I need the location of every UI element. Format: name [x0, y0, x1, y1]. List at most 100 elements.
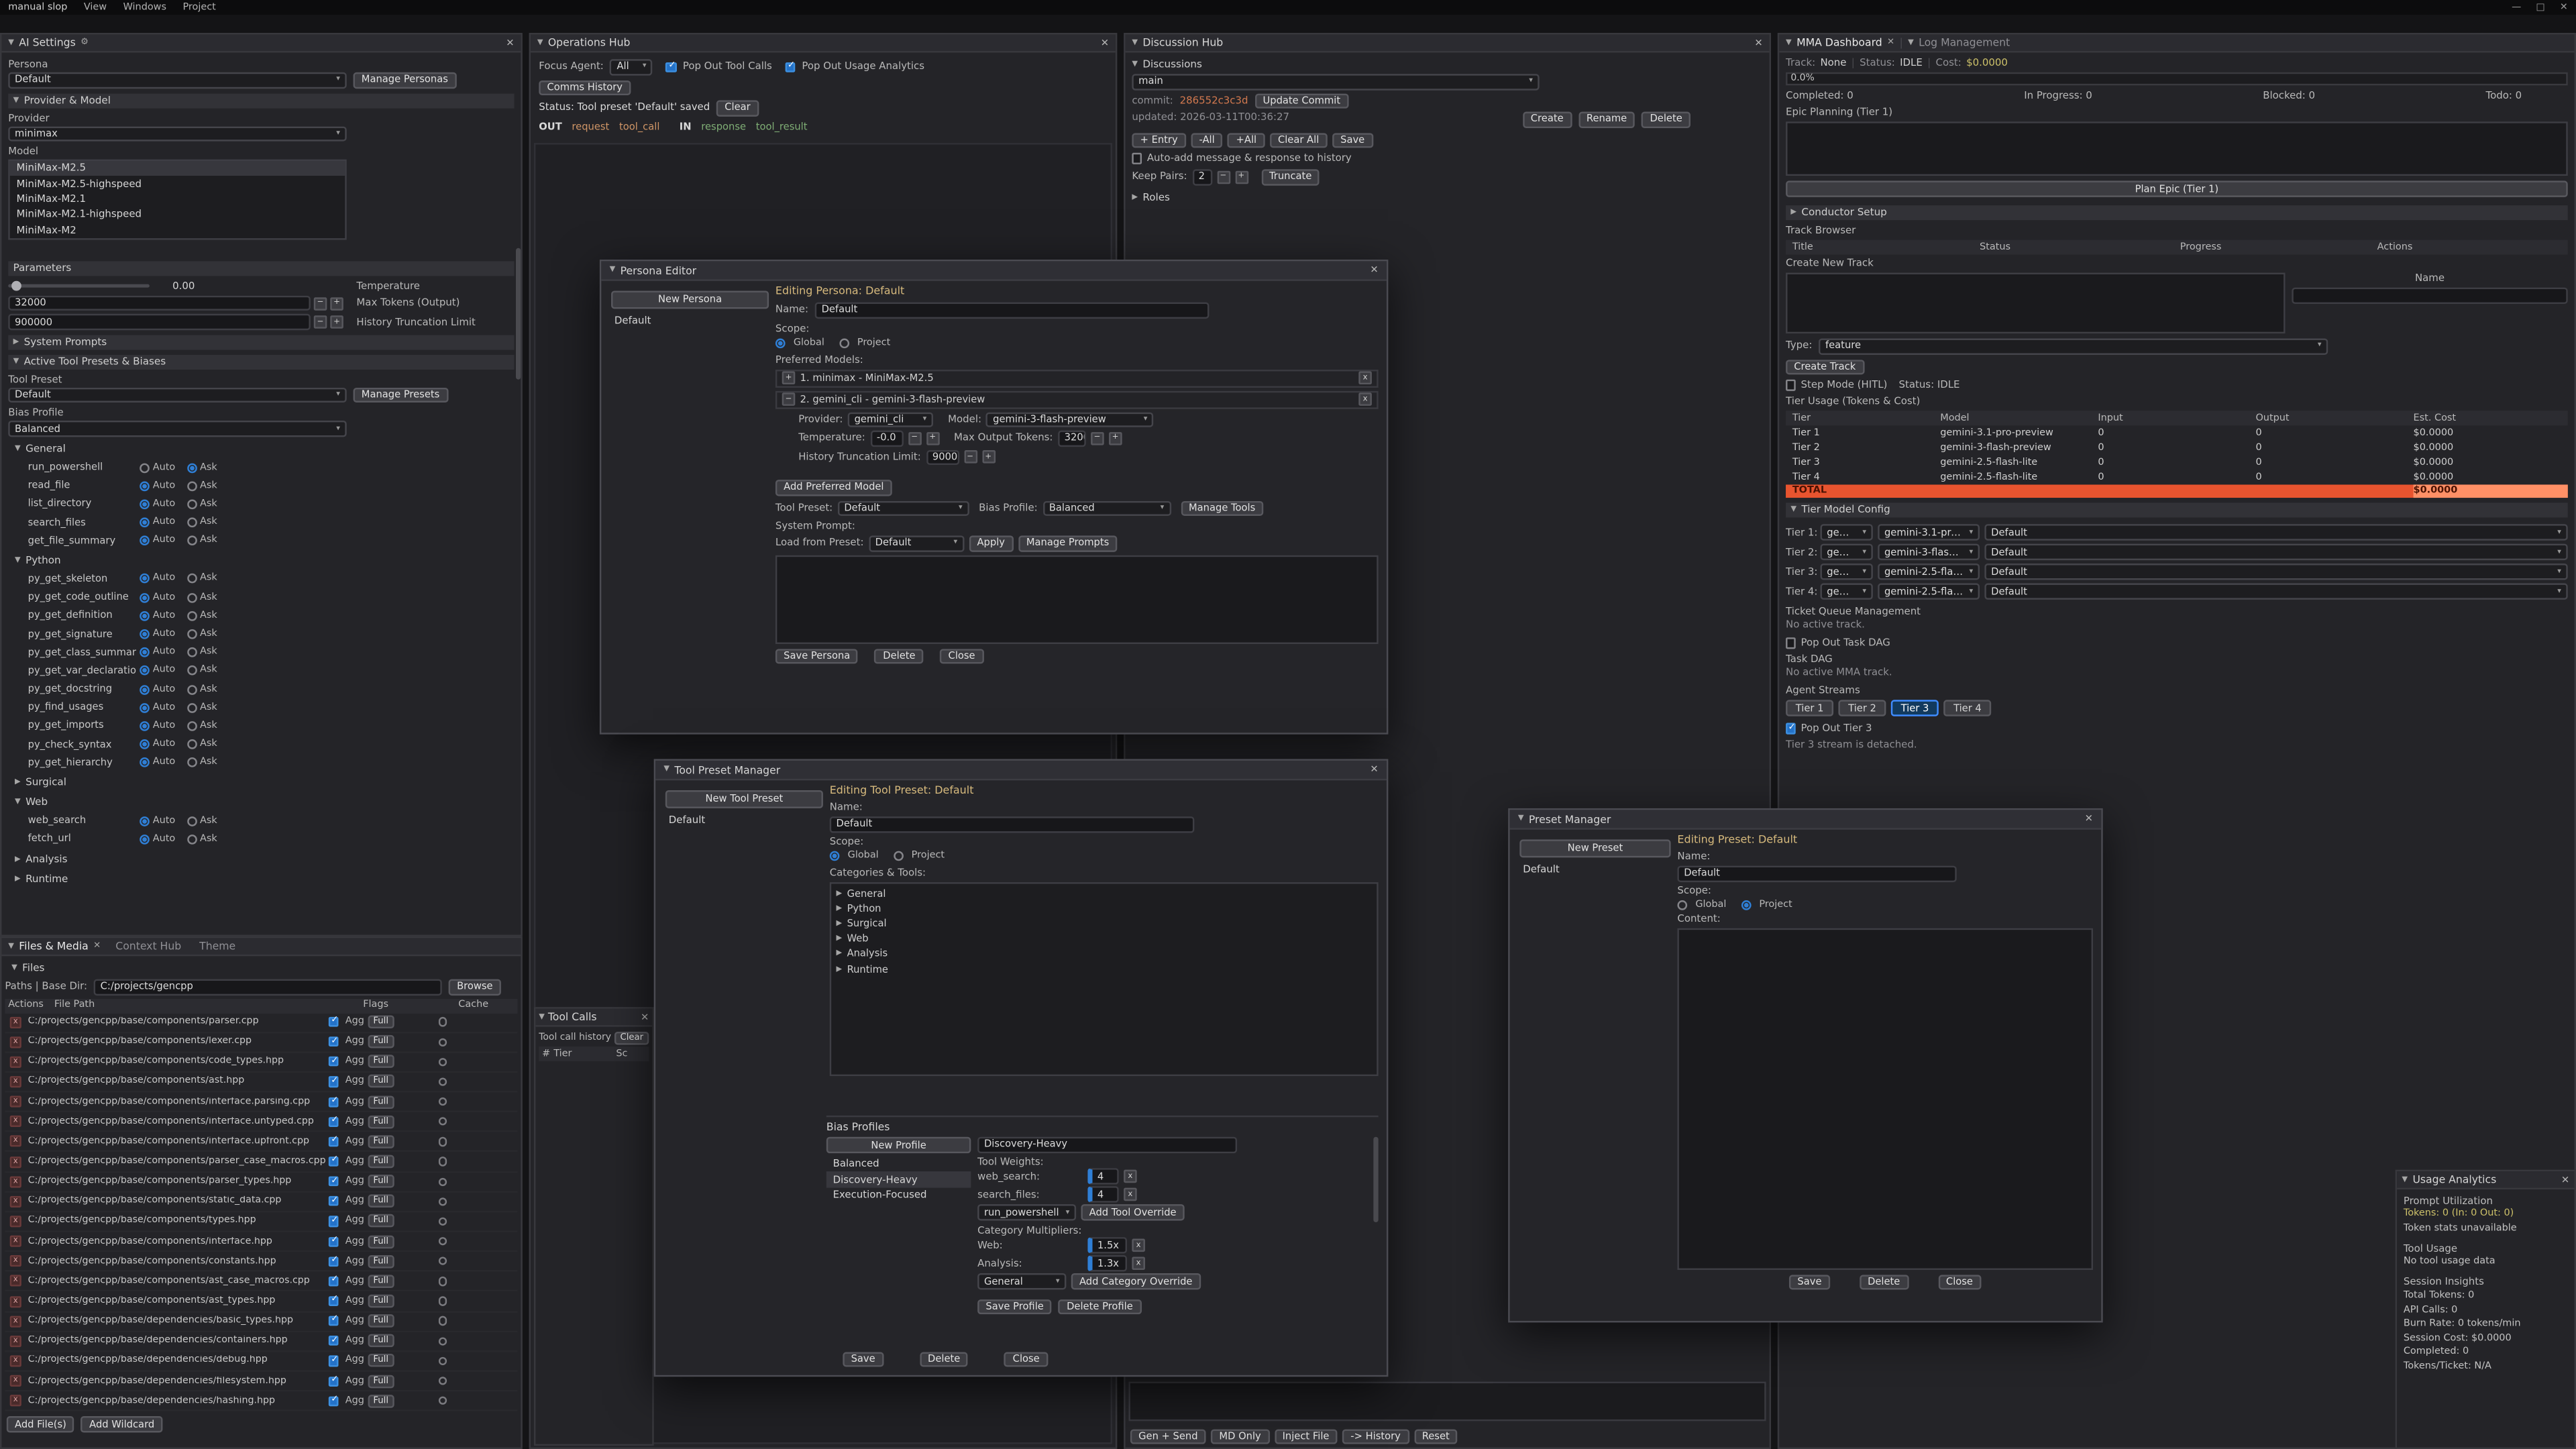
auto-radio[interactable] [140, 834, 150, 844]
tool-group-header[interactable]: ▼Python [8, 553, 514, 570]
auto-radio[interactable] [140, 611, 150, 621]
profile-item[interactable]: Balanced [826, 1157, 971, 1172]
ask-radio[interactable] [186, 592, 197, 602]
tool-preset-select[interactable]: Default▾ [8, 388, 346, 403]
tool-group-header[interactable]: ▶Surgical [8, 775, 514, 792]
model-option[interactable]: MiniMax-M2.5-highspeed [10, 176, 345, 192]
full-button[interactable]: Full [368, 1295, 394, 1308]
update-commit-button[interactable]: Update Commit [1254, 93, 1348, 108]
provider-select[interactable]: minimax▾ [8, 125, 346, 141]
full-button[interactable]: Full [368, 1275, 394, 1288]
full-button[interactable]: Full [368, 1075, 394, 1089]
ask-radio[interactable] [186, 499, 197, 509]
pop-out-usage-analytics-checkbox[interactable] [785, 62, 795, 72]
pe-bias-profile-select[interactable]: Balanced▾ [1042, 500, 1171, 516]
model-option[interactable]: MiniMax-M2 [10, 223, 345, 238]
close-icon[interactable]: ✕ [1370, 764, 1378, 775]
increment-button[interactable]: + [1235, 170, 1248, 184]
profile-name-input[interactable]: Discovery-Heavy [977, 1137, 1237, 1152]
scope-global-radio[interactable] [775, 337, 786, 347]
agg-checkbox[interactable] [329, 1396, 339, 1406]
new-persona-button[interactable]: New Persona [611, 290, 769, 309]
remove-file-button[interactable]: x [10, 1316, 21, 1327]
discussion-action-button[interactable]: Clear All [1270, 132, 1328, 148]
expand-icon[interactable]: + [782, 371, 796, 384]
temperature-input[interactable]: -0.0 [870, 431, 903, 446]
remove-file-button[interactable]: x [10, 1256, 21, 1267]
manage-prompts-button[interactable]: Manage Prompts [1018, 535, 1118, 551]
max-tokens-input[interactable]: 32000 [8, 296, 311, 311]
parameters-section-header[interactable]: Parameters [8, 261, 514, 276]
close-icon[interactable]: ✕ [2560, 3, 2568, 13]
discussion-action-button[interactable]: Save [1332, 132, 1373, 148]
decrement-button[interactable]: − [1217, 170, 1230, 184]
auto-radio[interactable] [140, 481, 150, 491]
close-icon[interactable]: ✕ [1887, 38, 1894, 48]
add-category-select[interactable]: General▾ [977, 1274, 1066, 1289]
category-item[interactable]: ▶Runtime [831, 962, 1377, 977]
scrollbar-thumb[interactable] [516, 248, 520, 380]
ask-radio[interactable] [186, 574, 197, 584]
ask-radio[interactable] [186, 758, 197, 768]
agg-checkbox[interactable] [329, 1256, 339, 1267]
ask-radio[interactable] [186, 481, 197, 491]
rename-discussion-button[interactable]: Rename [1578, 112, 1635, 127]
ask-radio[interactable] [186, 684, 197, 694]
create-track-button[interactable]: Create Track [1786, 359, 1864, 374]
tier-preset-select[interactable]: Default▾ [1984, 564, 2567, 580]
preset-name-input[interactable]: Default [830, 816, 1195, 832]
auto-radio[interactable] [140, 518, 150, 528]
close-icon[interactable]: ✕ [1101, 37, 1109, 48]
remove-file-button[interactable]: x [10, 1136, 21, 1147]
close-icon[interactable]: ✕ [1370, 264, 1378, 276]
tier-preset-select[interactable]: Default▾ [1984, 584, 2567, 599]
max-output-input[interactable]: 3200 [1058, 431, 1086, 446]
epic-planning-input[interactable] [1786, 121, 2568, 176]
save-button[interactable]: Save [843, 1351, 883, 1366]
provider-model-section-header[interactable]: ▼ Provider & Model [8, 93, 514, 107]
remove-file-button[interactable]: x [10, 1096, 21, 1108]
auto-radio[interactable] [140, 684, 150, 694]
tool-group-header[interactable]: ▶Analysis [8, 851, 514, 867]
plan-epic-button[interactable]: Plan Epic (Tier 1) [1786, 180, 2568, 197]
keep-pairs-input[interactable]: 2 [1192, 169, 1212, 184]
clear-tool-calls-button[interactable]: Clear [614, 1032, 649, 1045]
multiplier-input[interactable]: 1.3x [1087, 1256, 1127, 1271]
auto-radio[interactable] [140, 758, 150, 768]
agg-checkbox[interactable] [329, 1017, 339, 1027]
agg-checkbox[interactable] [329, 1057, 339, 1067]
close-icon[interactable]: ✕ [2561, 1174, 2569, 1185]
agg-checkbox[interactable] [329, 1037, 339, 1047]
stream-tab[interactable]: Tier 4 [1943, 700, 1991, 716]
remove-file-button[interactable]: x [10, 1076, 21, 1087]
close-icon[interactable]: ✕ [2085, 813, 2093, 824]
ask-radio[interactable] [186, 536, 197, 546]
discussions-section-header[interactable]: ▼ Discussions [1132, 56, 1762, 72]
composer-button[interactable]: MD Only [1211, 1428, 1269, 1444]
ask-radio[interactable] [186, 629, 197, 639]
truncate-button[interactable]: Truncate [1261, 169, 1320, 184]
tier-provider-select[interactable]: gemini▾ [1820, 564, 1872, 580]
tier-model-select[interactable]: gemini-3-flash-preview▾ [1878, 544, 1980, 559]
remove-file-button[interactable]: x [10, 1016, 21, 1028]
tier-provider-select[interactable]: gemini▾ [1820, 525, 1872, 540]
agg-checkbox[interactable] [329, 1136, 339, 1146]
system-prompt-textarea[interactable] [775, 555, 1379, 643]
agg-checkbox[interactable] [329, 1157, 339, 1167]
agg-checkbox[interactable] [329, 1356, 339, 1366]
remove-weight-button[interactable]: x [1124, 1170, 1137, 1183]
pop-out-tier3-checkbox[interactable] [1786, 724, 1796, 734]
agg-checkbox[interactable] [329, 1216, 339, 1226]
chevron-down-icon[interactable]: ▼ [537, 39, 543, 47]
persona-name-input[interactable]: Default [815, 303, 1210, 318]
track-name-input[interactable] [2292, 288, 2567, 303]
load-preset-select[interactable]: Default▾ [869, 535, 964, 551]
history-limit-input[interactable]: 9000 [926, 449, 959, 465]
pe-tool-preset-select[interactable]: Default▾ [838, 500, 969, 516]
menu-windows[interactable]: Windows [123, 3, 166, 13]
auto-radio[interactable] [140, 721, 150, 731]
close-icon[interactable]: ✕ [93, 941, 101, 951]
increment-button[interactable]: + [1109, 431, 1122, 445]
ask-radio[interactable] [186, 721, 197, 731]
full-button[interactable]: Full [368, 1254, 394, 1268]
